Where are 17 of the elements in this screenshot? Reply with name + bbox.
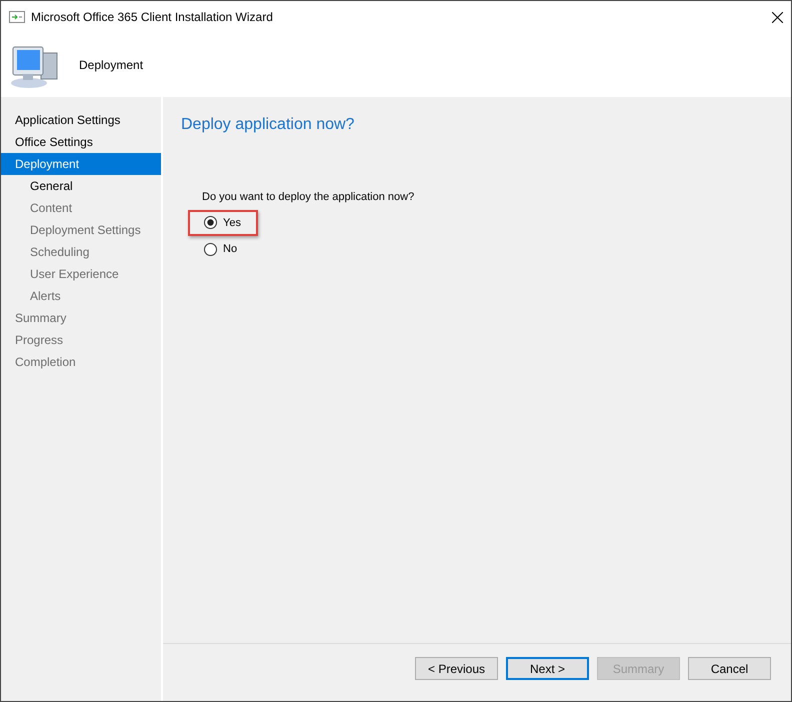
app-icon <box>9 11 25 23</box>
radio-label[interactable]: Yes <box>223 214 241 231</box>
radio-button[interactable] <box>204 242 217 256</box>
sidebar-item[interactable]: Office Settings <box>1 131 161 153</box>
sidebar-item[interactable]: General <box>1 175 161 197</box>
sidebar-item[interactable]: Application Settings <box>1 109 161 131</box>
sidebar-item[interactable]: Deployment <box>1 153 161 175</box>
page-title: Deployment <box>79 57 144 74</box>
wizard-button[interactable]: Cancel <box>688 657 771 680</box>
window-title: Microsoft Office 365 Client Installation Wizard <box>31 9 273 26</box>
close-icon[interactable] <box>772 12 783 22</box>
wizard-button[interactable]: < Previous <box>415 657 498 680</box>
section-heading: Deploy application now? <box>181 115 356 135</box>
wizard-button[interactable]: Next > <box>506 657 589 680</box>
radio-label[interactable]: No <box>223 241 238 258</box>
question-text: Do you want to deploy the application now? <box>202 190 416 205</box>
radio-button[interactable] <box>204 216 217 230</box>
